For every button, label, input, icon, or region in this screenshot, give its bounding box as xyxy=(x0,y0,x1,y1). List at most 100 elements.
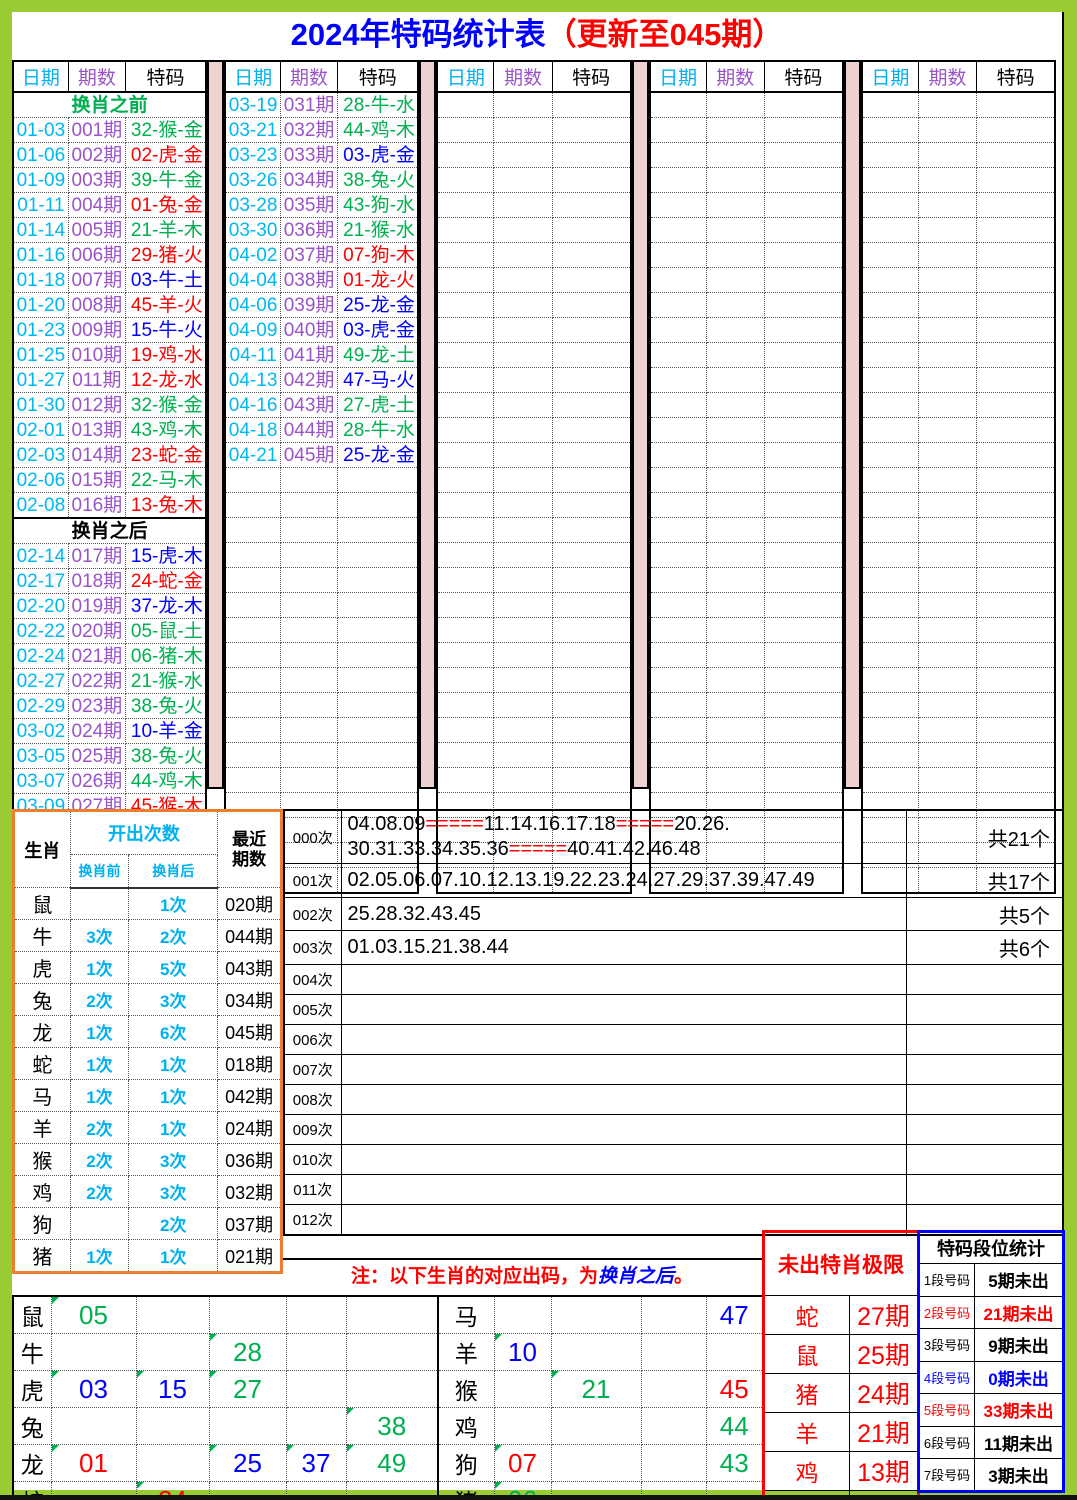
stats-zodiac-cell: 马 xyxy=(14,1080,71,1112)
stats-row: 鼠1次020期 xyxy=(14,888,282,920)
period-cell xyxy=(494,443,552,468)
result-row: 03-07026期44-鸡-木 xyxy=(13,769,206,794)
freq-count-cell xyxy=(906,1025,1063,1055)
result-row xyxy=(225,568,418,593)
period-cell xyxy=(706,318,764,343)
comment-marker-icon xyxy=(52,1297,59,1304)
segment-label-cell: 6段号码 xyxy=(919,1426,975,1459)
freq-row: 004次 xyxy=(284,965,1063,995)
stats-row: 狗2次037期 xyxy=(14,1208,282,1240)
code-cell: 19-鸡-水 xyxy=(125,343,206,368)
code-cell xyxy=(764,218,842,243)
period-cell xyxy=(494,543,552,568)
code-cell: 32-猴-金 xyxy=(125,118,206,143)
period-cell: 045期 xyxy=(281,443,338,468)
stats-recent-period-cell: 034期 xyxy=(218,984,282,1016)
freq-count-cell xyxy=(906,1055,1063,1085)
code-cell xyxy=(977,393,1055,418)
code-cell xyxy=(552,418,630,443)
result-row: 01-14005期21-羊-木 xyxy=(13,218,206,243)
result-row: 03-23033期03-虎-金 xyxy=(225,143,418,168)
freq-row: 011次 xyxy=(284,1175,1063,1205)
date-cell xyxy=(862,368,919,393)
date-cell xyxy=(650,718,707,743)
date-cell xyxy=(437,593,494,618)
map-number-cell xyxy=(51,1408,136,1445)
period-cell xyxy=(281,618,338,643)
code-cell xyxy=(552,593,630,618)
result-row xyxy=(862,493,1055,518)
comment-marker-icon xyxy=(52,1445,59,1452)
date-cell xyxy=(225,643,280,668)
date-cell: 04-21 xyxy=(225,443,280,468)
code-cell xyxy=(552,218,630,243)
segment-row: 6段号码11期未出 xyxy=(919,1426,1064,1459)
limit-zodiac-cell: 蛇 xyxy=(764,1296,850,1335)
code-cell xyxy=(764,468,842,493)
code-cell xyxy=(552,718,630,743)
code-cell: 13-兔-木 xyxy=(125,493,206,519)
code-cell: 38-兔-火 xyxy=(338,168,419,193)
stats-header-zodiac: 生肖 xyxy=(14,811,71,888)
result-row xyxy=(225,518,418,543)
result-row xyxy=(437,668,630,693)
period-cell xyxy=(706,393,764,418)
map-zodiac-cell: 马 xyxy=(438,1296,494,1334)
result-row xyxy=(650,718,843,743)
freq-numbers: 30.31.33.34.35.36 xyxy=(348,838,509,860)
freq-numbers-cell: 25.28.32.43.45 xyxy=(341,898,906,931)
code-cell xyxy=(764,568,842,593)
code-cell: 21-羊-木 xyxy=(125,218,206,243)
header-cell-code: 特码 xyxy=(977,61,1055,92)
result-row: 03-30036期21-猴-水 xyxy=(225,218,418,243)
freq-count-cell xyxy=(906,1145,1063,1175)
map-number-cell xyxy=(551,1334,641,1371)
period-cell xyxy=(918,193,976,218)
code-cell: 21-猴-水 xyxy=(125,669,206,694)
result-row xyxy=(650,443,843,468)
code-cell xyxy=(552,168,630,193)
group-divider xyxy=(419,60,436,789)
comment-marker-icon xyxy=(495,1445,502,1452)
date-cell xyxy=(437,418,494,443)
period-cell xyxy=(706,518,764,543)
date-cell: 01-18 xyxy=(13,268,68,293)
freq-row: 009次 xyxy=(284,1115,1063,1145)
result-row: 01-27011期12-龙-水 xyxy=(13,368,206,393)
map-row: 鸡44 xyxy=(438,1408,763,1445)
stats-zodiac-cell: 羊 xyxy=(14,1112,71,1144)
date-cell xyxy=(225,593,280,618)
date-cell xyxy=(862,643,919,668)
date-cell xyxy=(650,618,707,643)
code-cell xyxy=(764,668,842,693)
header-cell-period: 期数 xyxy=(918,61,976,92)
period-cell: 042期 xyxy=(281,368,338,393)
comment-marker-icon xyxy=(210,1445,217,1452)
code-cell xyxy=(552,118,630,143)
map-number-cell xyxy=(494,1296,551,1334)
date-cell xyxy=(650,368,707,393)
period-cell xyxy=(918,268,976,293)
code-cell xyxy=(552,92,630,118)
date-cell xyxy=(862,393,919,418)
period-cell: 039期 xyxy=(281,293,338,318)
freq-gap-marker: ===== xyxy=(616,813,674,835)
result-row xyxy=(650,618,843,643)
result-row: 02-20019期37-龙-木 xyxy=(13,594,206,619)
result-row xyxy=(862,743,1055,768)
map-number-cell: 45 xyxy=(706,1371,763,1408)
map-number-cell xyxy=(286,1408,346,1445)
result-row: 03-21032期44-鸡-木 xyxy=(225,118,418,143)
date-cell: 01-11 xyxy=(13,193,68,218)
date-cell: 03-26 xyxy=(225,168,280,193)
date-cell xyxy=(650,768,707,793)
comment-marker-icon xyxy=(287,1445,294,1452)
stats-before-count-cell xyxy=(70,1208,129,1240)
result-row xyxy=(437,543,630,568)
result-row xyxy=(650,693,843,718)
period-cell xyxy=(918,543,976,568)
stats-subheader-after: 换肖后 xyxy=(129,855,218,888)
result-row xyxy=(862,318,1055,343)
date-cell: 04-16 xyxy=(225,393,280,418)
code-cell: 25-龙-金 xyxy=(338,443,419,468)
